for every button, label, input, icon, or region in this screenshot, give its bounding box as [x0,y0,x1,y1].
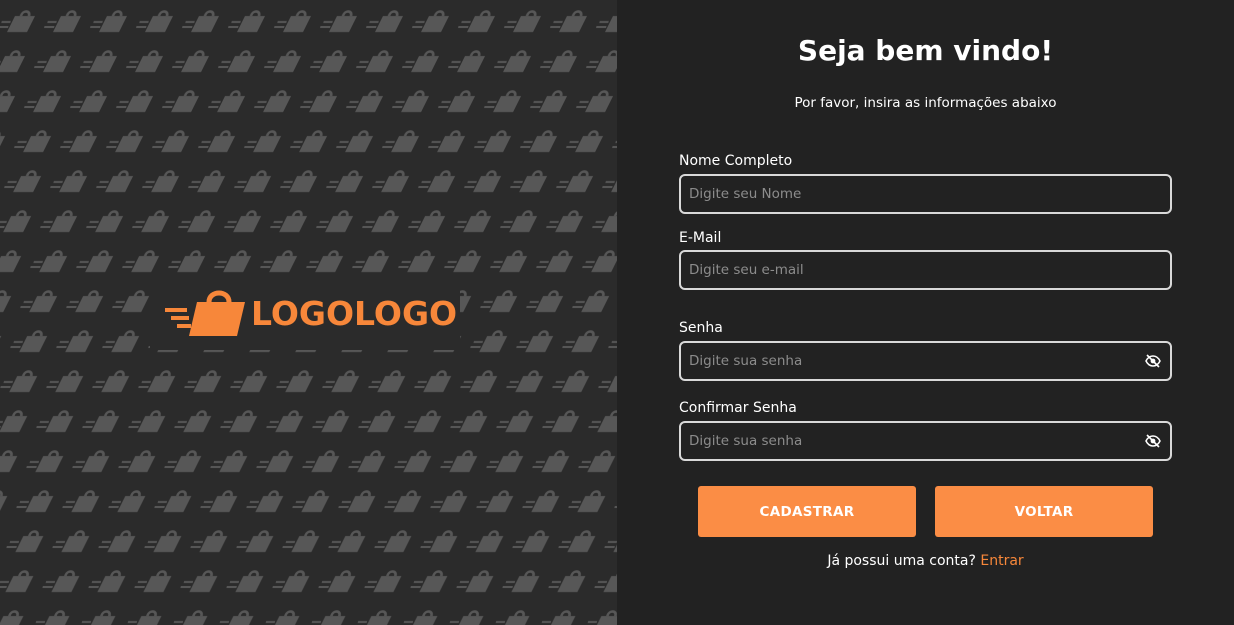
brand-logo: LOGOLOGO [163,288,457,338]
eye-off-icon[interactable] [1145,353,1161,369]
shopping-bag-icon [165,290,245,336]
name-field[interactable] [679,174,1172,214]
eye-off-icon[interactable] [1145,433,1161,449]
email-label: E-Mail [679,230,722,246]
confirm-password-label: Confirmar Senha [679,400,797,416]
name-input[interactable] [681,176,1170,212]
back-button[interactable]: VOLTAR [935,486,1153,537]
name-label: Nome Completo [679,153,793,169]
page-subtitle: Por favor, insira as informações abaixo [794,95,1057,111]
page-title: Seja bem vindo! [797,34,1054,67]
password-input[interactable] [681,343,1145,379]
login-prompt-text: Já possui uma conta? [827,553,976,569]
login-link[interactable]: Entrar [980,553,1023,569]
email-field[interactable] [679,250,1172,290]
register-button[interactable]: CADASTRAR [698,486,916,537]
confirm-password-field[interactable] [679,421,1172,461]
register-panel: Seja bem vindo! Por favor, insira as inf… [617,0,1234,625]
login-prompt: Já possui uma conta? Entrar [617,553,1234,569]
email-input[interactable] [681,252,1170,288]
password-field[interactable] [679,341,1172,381]
password-label: Senha [679,320,723,336]
logo-text: LOGOLOGO [251,293,458,333]
confirm-password-input[interactable] [681,423,1145,459]
brand-panel: LOGOLOGO [0,0,617,625]
